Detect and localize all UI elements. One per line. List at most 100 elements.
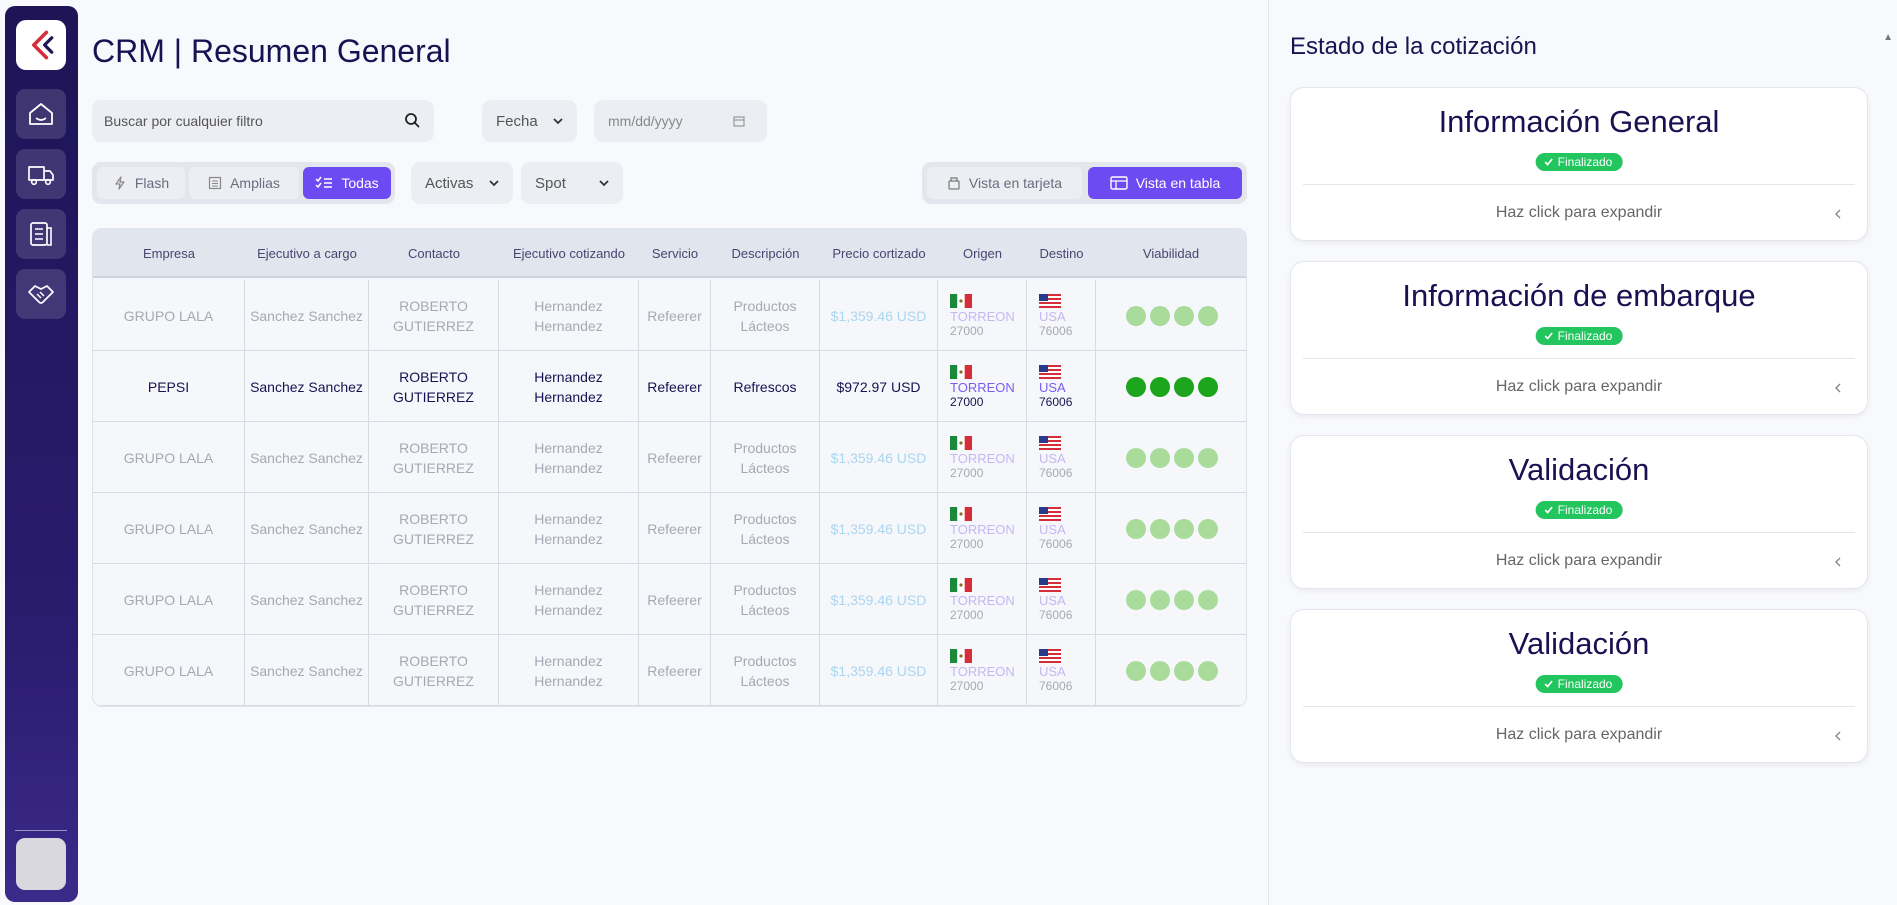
expand-link[interactable]: Haz click para expandir [1291, 378, 1867, 396]
type-select[interactable]: Spot [521, 162, 623, 204]
cell-contacto-last: GUTIERREZ [393, 388, 474, 405]
viability-dot [1125, 660, 1146, 681]
col-precio[interactable]: Precio cortizado [820, 229, 938, 278]
table-row[interactable]: GRUPO LALA Sanchez Sanchez ROBERTO GUTIERRE… [93, 493, 1246, 564]
cell-descripcion-second: Lácteos [740, 459, 790, 476]
nav-shipments[interactable] [16, 149, 66, 199]
list-icon [208, 176, 222, 190]
viability-dot [1149, 589, 1170, 610]
chevron-left-icon[interactable] [1833, 556, 1843, 568]
expand-link[interactable]: Haz click para expandir [1291, 726, 1867, 744]
cell-origen-city: TORREON [950, 592, 1015, 608]
cell-contacto: ROBERTO GUTIERREZ [369, 635, 499, 706]
cell-destino: USA 76006 [1027, 564, 1096, 635]
expand-link[interactable]: Haz click para expandir [1291, 552, 1867, 570]
col-ejecutivo[interactable]: Ejecutivo a cargo [245, 229, 369, 278]
col-contacto[interactable]: Contacto [369, 229, 499, 278]
cell-contacto-last: GUTIERREZ [393, 459, 474, 476]
cell-servicio: Refeerer [639, 635, 711, 706]
status-card[interactable]: Validación Finalizado Haz click para exp… [1290, 609, 1868, 763]
search-field[interactable]: Buscar por cualquier filtro [92, 100, 434, 142]
cell-viabilidad [1096, 635, 1246, 706]
cell-descripcion: Refrescos [711, 351, 820, 422]
card-title: Información General [1438, 104, 1720, 139]
user-avatar[interactable] [16, 838, 66, 890]
status-card[interactable]: Información de embarque Finalizado Haz c… [1290, 261, 1868, 415]
company-logo[interactable] [16, 20, 66, 70]
cell-cotizando-first: Hernandez [534, 652, 603, 669]
col-servicio[interactable]: Servicio [639, 229, 711, 278]
table-row[interactable]: GRUPO LALA Sanchez Sanchez ROBERTO GUTIERRE… [93, 422, 1246, 493]
search-icon[interactable] [404, 112, 420, 128]
table-row[interactable]: GRUPO LALA Sanchez Sanchez ROBERTO GUTIERRE… [93, 564, 1246, 635]
chevron-down-icon [599, 180, 609, 187]
status-select[interactable]: Activas [411, 162, 513, 204]
cell-contacto-first: ROBERTO [399, 368, 468, 385]
cell-servicio-text: Refeerer [647, 520, 702, 537]
viability-dot [1173, 518, 1194, 539]
main-content: CRM | Resumen General Buscar por cualqui… [92, 0, 1247, 905]
cell-descripcion-first: Refrescos [733, 378, 797, 395]
cell-destino: USA 76006 [1027, 422, 1096, 493]
cell-destino-zip: 76006 [1039, 607, 1073, 622]
mexico-flag-icon [950, 293, 972, 308]
col-descripcion[interactable]: Descripción [711, 229, 820, 278]
table-row[interactable]: GRUPO LALA Sanchez Sanchez ROBERTO GUTIERRE… [93, 635, 1246, 706]
status-card[interactable]: Validación Finalizado Haz click para exp… [1290, 435, 1868, 589]
cell-destino-city: USA [1039, 379, 1066, 395]
status-badge-label: Finalizado [1557, 677, 1613, 691]
col-viabilidad[interactable]: Viabilidad [1096, 229, 1246, 278]
calendar-icon[interactable] [733, 115, 745, 127]
col-destino[interactable]: Destino [1027, 229, 1096, 278]
cell-precio-text: $1,359.46 USD [830, 662, 927, 679]
status-card[interactable]: Información General Finalizado Haz click… [1290, 87, 1868, 241]
cell-origen-zip: 27000 [950, 323, 984, 338]
expand-link[interactable]: Haz click para expandir [1291, 204, 1867, 222]
cell-origen: TORREON 27000 [938, 351, 1027, 422]
cell-cotizando-last: Hernandez [534, 530, 603, 547]
segment-flash[interactable]: Flash [97, 167, 185, 199]
cell-cotizando-last: Hernandez [534, 459, 603, 476]
date-filter-select[interactable]: Fecha [482, 100, 577, 142]
card-title: Validación [1508, 452, 1650, 487]
nav-deals[interactable] [16, 269, 66, 319]
search-input[interactable]: Buscar por cualquier filtro [104, 113, 263, 129]
cell-destino-city: USA [1039, 521, 1066, 537]
col-empresa[interactable]: Empresa [93, 229, 245, 278]
cell-origen-city: TORREON [950, 308, 1015, 324]
cell-descripcion-second: Lácteos [740, 601, 790, 618]
viability-dot [1125, 589, 1146, 610]
col-origen[interactable]: Origen [938, 229, 1027, 278]
segment-todas[interactable]: Todas [303, 167, 391, 199]
scroll-up-arrow[interactable]: ▲ [1883, 32, 1893, 43]
cell-empresa-text: GRUPO LALA [123, 307, 214, 324]
cell-destino-city: USA [1039, 592, 1066, 608]
segment-amplias[interactable]: Amplias [189, 167, 299, 199]
view-card-button[interactable]: Vista en tarjeta [927, 167, 1082, 199]
logo-icon [31, 30, 54, 60]
chevron-left-icon[interactable] [1833, 730, 1843, 742]
cell-contacto: ROBERTO GUTIERREZ [369, 280, 499, 351]
cell-servicio: Refeerer [639, 422, 711, 493]
segment-amplias-label: Amplias [230, 175, 280, 191]
cell-ejecutivo-text: Sanchez Sanchez [250, 378, 363, 395]
table-row[interactable]: PEPSI Sanchez Sanchez ROBERTO GUTIERREZ Hern… [93, 351, 1246, 422]
cell-destino: USA 76006 [1027, 351, 1096, 422]
nav-documents[interactable] [16, 209, 66, 259]
cell-contacto-last: GUTIERREZ [393, 601, 474, 618]
cell-empresa: GRUPO LALA [93, 564, 245, 635]
cell-origen-zip: 27000 [950, 465, 984, 480]
cell-contacto: ROBERTO GUTIERREZ [369, 493, 499, 564]
cell-servicio-text: Refeerer [647, 378, 702, 395]
viability-dot [1149, 518, 1170, 539]
view-table-button[interactable]: Vista en tabla [1088, 167, 1242, 199]
col-cotizando[interactable]: Ejecutivo cotizando [499, 229, 639, 278]
date-input[interactable]: mm/dd/yyyy [594, 100, 767, 142]
cell-cotizando: Hernandez Hernandez [499, 564, 639, 635]
chevron-left-icon[interactable] [1833, 208, 1843, 220]
card-divider [1303, 532, 1855, 533]
chevron-left-icon[interactable] [1833, 382, 1843, 394]
cell-servicio-text: Refeerer [647, 591, 702, 608]
nav-home[interactable] [16, 89, 66, 139]
table-row[interactable]: GRUPO LALA Sanchez Sanchez ROBERTO GUTIERRE… [93, 280, 1246, 351]
